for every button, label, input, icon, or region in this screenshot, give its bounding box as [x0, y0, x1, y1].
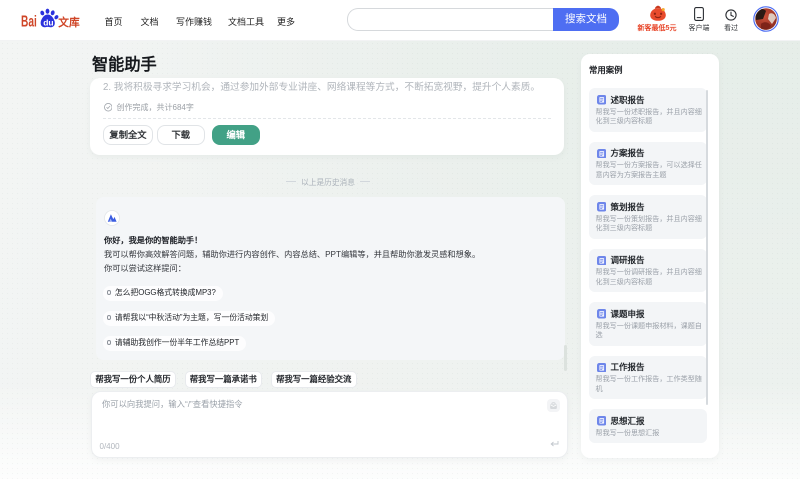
svg-text:Bai: Bai — [21, 14, 37, 31]
svg-text:文库: 文库 — [57, 16, 80, 29]
svg-text:du: du — [43, 17, 53, 27]
